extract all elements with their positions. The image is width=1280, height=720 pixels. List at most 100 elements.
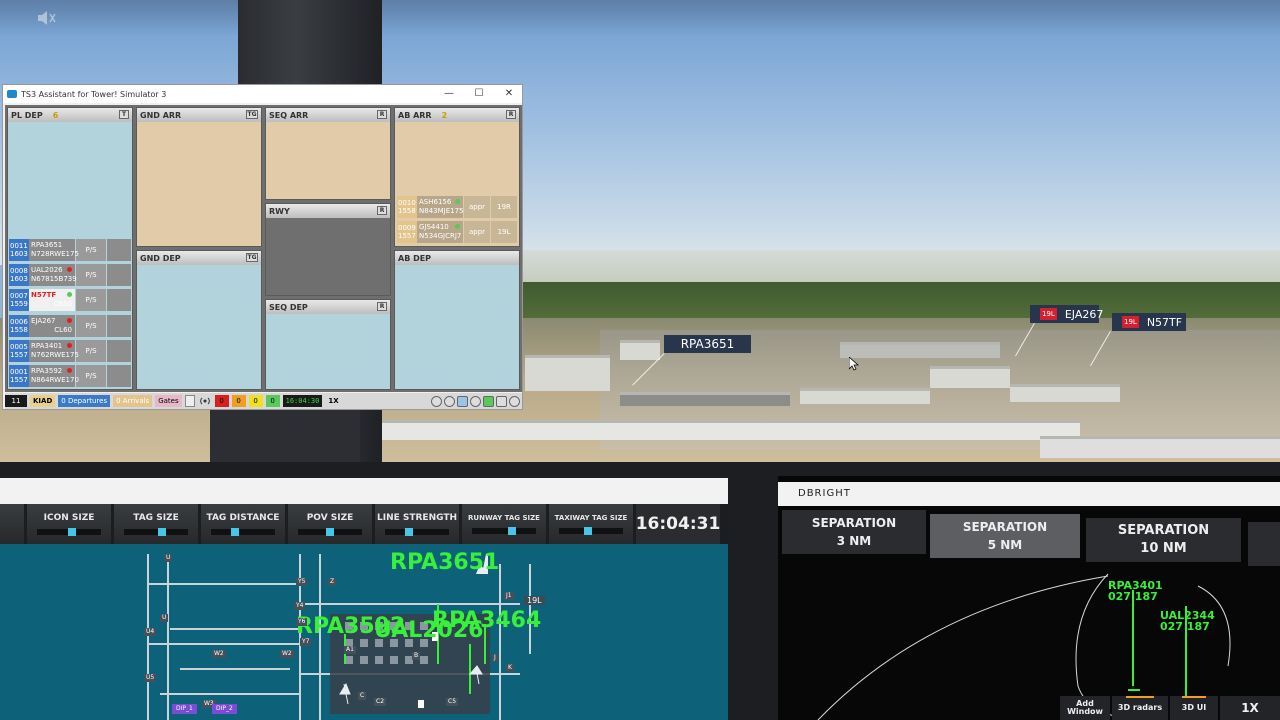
- air-radar-tag[interactable]: RPA3401 027 187: [1108, 580, 1163, 602]
- departures-button[interactable]: 0 Departures: [58, 395, 111, 407]
- departure-strip[interactable]: 0005 1557 RPA3401 N762RW E175 P/S: [9, 339, 132, 362]
- slider-track[interactable]: [124, 528, 188, 536]
- slider-knob[interactable]: [157, 528, 166, 536]
- slider-pov-size[interactable]: POV SIZE: [288, 504, 372, 544]
- strip-extra-cell[interactable]: [107, 339, 131, 362]
- pane-mode-button[interactable]: R: [506, 110, 516, 119]
- scene-aircraft-tag[interactable]: 19L N57TF: [1112, 313, 1186, 331]
- minimize-button[interactable]: —: [439, 85, 459, 103]
- pane-mode-button[interactable]: R: [377, 206, 387, 215]
- separation-10nm-button[interactable]: SEPARATION 10 NM: [1086, 518, 1241, 562]
- strip-ps-button[interactable]: P/S: [76, 339, 106, 362]
- terminal-building: [800, 388, 930, 404]
- strip-extra-cell[interactable]: [107, 365, 131, 387]
- strip-approach-cell[interactable]: appr: [464, 221, 490, 243]
- pane-mode-button[interactable]: R: [377, 110, 387, 119]
- departure-strip[interactable]: 0008 1603 UAL2026 N67815 B739 P/S: [9, 264, 132, 287]
- strip-ps-button[interactable]: P/S: [76, 239, 106, 261]
- strip-extra-cell[interactable]: [107, 264, 131, 287]
- taxiway-label: C5: [446, 698, 459, 706]
- arrival-strip[interactable]: 0010 1558 ASH6156 N843MJ E175 appr 19R: [397, 196, 521, 218]
- slider-knob[interactable]: [584, 527, 593, 535]
- pane-header: AB ARR 2 R: [395, 108, 519, 122]
- ground-aircraft-label[interactable]: RPA3651: [390, 550, 499, 575]
- strip-callsign: ASH6156 N843MJ E175: [417, 196, 464, 218]
- slider-knob[interactable]: [230, 528, 239, 536]
- gates-button[interactable]: Gates: [155, 395, 182, 407]
- scene-aircraft-tag[interactable]: 19L EJA267: [1030, 305, 1103, 323]
- strip-runway-cell[interactable]: 19L: [491, 221, 517, 243]
- ground-aircraft-label[interactable]: RPA3464: [432, 608, 541, 633]
- maximize-button[interactable]: ☐: [469, 85, 489, 103]
- slider-track[interactable]: [559, 527, 623, 535]
- slider-track[interactable]: [298, 528, 362, 536]
- radio-icon[interactable]: [198, 395, 212, 407]
- strip-squawk: 0011 1603: [9, 239, 29, 261]
- speaker-icon[interactable]: [36, 8, 58, 28]
- pane-mode-button[interactable]: T: [119, 110, 129, 119]
- strip-extra-cell[interactable]: [107, 289, 131, 312]
- add-window-button[interactable]: Add Window: [1060, 696, 1110, 720]
- strip-approach-cell[interactable]: appr: [464, 196, 490, 218]
- help-icon[interactable]: [509, 395, 520, 407]
- pane-header: RWY R: [266, 204, 390, 218]
- pane-mode-button[interactable]: R: [377, 302, 387, 311]
- strip-ps-button[interactable]: P/S: [76, 264, 106, 287]
- arrivals-button[interactable]: 0 Arrivals: [113, 395, 153, 407]
- sim-top-bar: [0, 0, 1280, 36]
- slider-track[interactable]: [37, 528, 101, 536]
- slider-runway-tag-size[interactable]: RUNWAY TAG SIZE: [462, 504, 546, 544]
- strip-extra-cell[interactable]: [107, 314, 131, 337]
- strip-callsign: RPA3592 N864RW E170: [29, 365, 79, 387]
- departure-strip[interactable]: 0007 1559 N57TF C650 P/S: [9, 289, 132, 312]
- slider-line-strength[interactable]: LINE STRENGTH: [375, 504, 459, 544]
- taxiway-label: J: [492, 654, 498, 662]
- camera-icon[interactable]: [496, 395, 507, 407]
- slider-track[interactable]: [211, 528, 275, 536]
- map-icon[interactable]: [457, 395, 468, 407]
- arrival-strip[interactable]: 0009 1557 GJS4410 N534GJ CRJ7 appr 19L: [397, 221, 521, 243]
- sim-rate[interactable]: 1X: [325, 395, 341, 407]
- separation-5nm-button[interactable]: SEPARATION 5 NM: [930, 514, 1080, 558]
- 3d-radars-button[interactable]: 3D radars: [1112, 696, 1168, 720]
- slider-track[interactable]: [472, 527, 536, 535]
- layout-icon[interactable]: [184, 395, 195, 407]
- app-logo-icon: [7, 90, 17, 98]
- slider-knob[interactable]: [326, 528, 334, 536]
- pane-mode-button[interactable]: TG: [246, 110, 258, 119]
- strip-runway-cell[interactable]: 19R: [491, 196, 517, 218]
- slider-track[interactable]: [385, 528, 449, 536]
- settings-gear-icon[interactable]: [470, 395, 481, 407]
- slider-icon-size[interactable]: ICON SIZE: [27, 504, 111, 544]
- pane-mode-button[interactable]: TG: [246, 253, 258, 262]
- departure-strip[interactable]: 0001 1557 RPA3592 N864RW E170 P/S: [9, 365, 132, 387]
- airport-code[interactable]: KIAD: [30, 395, 56, 407]
- departure-strip[interactable]: 0011 1603 RPA3651 N728RW E175 P/S: [9, 239, 132, 261]
- separation-3nm-button[interactable]: SEPARATION 3 NM: [782, 510, 926, 554]
- slider-knob[interactable]: [404, 528, 413, 536]
- strip-ps-button[interactable]: P/S: [76, 365, 106, 387]
- green-status-icon[interactable]: [483, 395, 494, 407]
- separation-label: SEPARATION: [811, 516, 897, 530]
- slider-taxiway-tag-size[interactable]: TAXIWAY TAG SIZE: [549, 504, 633, 544]
- air-radar-tag[interactable]: UAL2344 027 187: [1160, 610, 1215, 632]
- contrast-icon[interactable]: [444, 395, 455, 407]
- taxiway-label: Y6: [296, 618, 308, 626]
- 3d-ui-button[interactable]: 3D UI: [1170, 696, 1218, 720]
- sim-speed-button[interactable]: 1X: [1220, 696, 1280, 720]
- status-count-green: 0: [265, 395, 280, 407]
- strip-ps-button[interactable]: P/S: [76, 289, 106, 312]
- ground-radar-title-bar: [0, 478, 728, 504]
- departure-strip[interactable]: 0006 1558 EJA267 CL60 P/S: [9, 314, 132, 337]
- slider-tag-size[interactable]: TAG SIZE: [114, 504, 198, 544]
- strip-extra-cell[interactable]: [107, 239, 131, 261]
- scene-aircraft-tag[interactable]: RPA3651: [664, 335, 751, 353]
- slider-tag-distance[interactable]: TAG DISTANCE: [201, 504, 285, 544]
- status-dot: [67, 317, 72, 323]
- close-button[interactable]: ✕: [499, 85, 519, 103]
- slider-knob[interactable]: [67, 528, 76, 536]
- strip-ps-button[interactable]: P/S: [76, 314, 106, 337]
- power-icon[interactable]: [431, 395, 442, 407]
- taxiway-label: J1: [504, 592, 514, 600]
- slider-knob[interactable]: [508, 527, 517, 535]
